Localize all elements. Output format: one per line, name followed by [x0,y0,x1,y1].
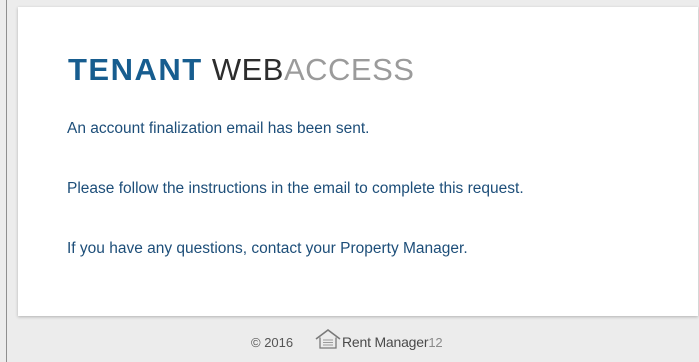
contact-message: If you have any questions, contact your … [67,240,468,257]
logo-word-web: WEB [211,52,284,87]
house-logo-icon [313,328,343,350]
logo-word-access: ACCESS [283,52,415,87]
brand-version: 12 [428,335,443,350]
copyright-text: © 2016 [251,335,294,350]
instructions-message: Please follow the instructions in the em… [67,180,524,197]
logo-word-tenant: TENANT [68,52,203,87]
rent-manager-brand: Rent Manager12 [342,334,443,350]
brand-name: Rent Manager [342,334,429,350]
content-card: TENANT WEBACCESS An account finalization… [18,7,698,316]
tenant-web-access-logo: TENANT WEBACCESS [68,52,414,88]
page-footer: © 2016 Rent Manager12 [0,325,699,355]
email-sent-message: An account finalization email has been s… [67,120,370,137]
window-border [6,0,7,362]
